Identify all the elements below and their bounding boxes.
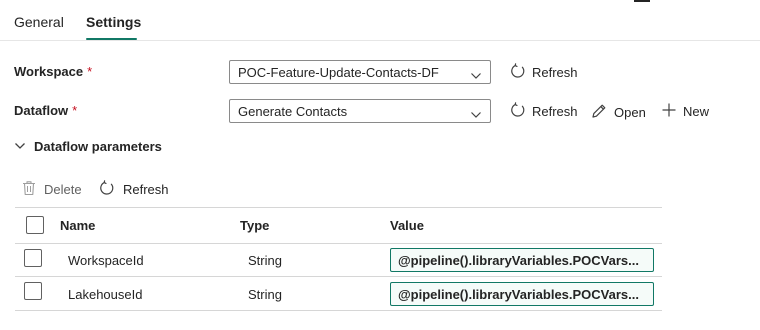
dataflow-dropdown-value: Generate Contacts bbox=[238, 104, 348, 119]
refresh-icon bbox=[99, 180, 123, 199]
row-type: String bbox=[248, 287, 282, 302]
dataflow-label-text: Dataflow bbox=[14, 103, 69, 118]
column-header-type: Type bbox=[240, 218, 270, 233]
chevron-down-icon bbox=[470, 68, 482, 86]
row-value-text: @pipeline().libraryVariables.POCVars... bbox=[398, 253, 639, 268]
pencil-icon bbox=[590, 102, 614, 123]
table-bottom-border bbox=[15, 310, 662, 311]
required-marker: * bbox=[87, 64, 93, 79]
trash-icon bbox=[22, 180, 44, 199]
workspace-refresh-button[interactable]: Refresh bbox=[510, 63, 578, 82]
column-header-value: Value bbox=[390, 218, 424, 233]
header-divider bbox=[15, 243, 662, 244]
dataflow-refresh-button[interactable]: Refresh bbox=[510, 102, 578, 121]
column-header-name: Name bbox=[60, 218, 96, 233]
tab-settings[interactable]: Settings bbox=[86, 14, 141, 30]
workspace-label-text: Workspace bbox=[14, 64, 84, 79]
dataflow-open-button[interactable]: Open bbox=[590, 102, 646, 123]
refresh-icon bbox=[510, 63, 532, 82]
row-value-input[interactable]: @pipeline().libraryVariables.POCVars... bbox=[390, 282, 654, 306]
top-edge-mark bbox=[634, 0, 650, 2]
dataflow-parameters-toggle[interactable]: Dataflow parameters bbox=[14, 139, 162, 154]
tabs-divider bbox=[0, 40, 760, 41]
select-all-checkbox[interactable] bbox=[26, 216, 44, 234]
tab-general[interactable]: General bbox=[14, 14, 64, 30]
row-value-text: @pipeline().libraryVariables.POCVars... bbox=[398, 287, 639, 302]
chevron-down-icon bbox=[14, 139, 34, 154]
dataflow-open-label: Open bbox=[614, 105, 646, 120]
dataflow-parameters-label: Dataflow parameters bbox=[34, 139, 162, 154]
workspace-dropdown[interactable]: POC-Feature-Update-Contacts-DF bbox=[229, 60, 491, 84]
delete-button[interactable]: Delete bbox=[22, 180, 82, 199]
row-divider bbox=[15, 276, 662, 277]
dataflow-new-label: New bbox=[683, 104, 710, 119]
refresh-icon bbox=[510, 102, 532, 121]
row-checkbox[interactable] bbox=[24, 282, 42, 300]
workspace-refresh-label: Refresh bbox=[532, 65, 578, 80]
dataflow-refresh-label: Refresh bbox=[532, 104, 578, 119]
delete-label: Delete bbox=[44, 182, 82, 197]
table-top-border bbox=[15, 207, 662, 208]
row-name: LakehouseId bbox=[68, 287, 143, 302]
parameters-refresh-label: Refresh bbox=[123, 182, 169, 197]
dataflow-label: Dataflow * bbox=[14, 103, 77, 118]
row-value-input[interactable]: @pipeline().libraryVariables.POCVars... bbox=[390, 248, 654, 272]
workspace-dropdown-value: POC-Feature-Update-Contacts-DF bbox=[238, 65, 439, 80]
workspace-label: Workspace * bbox=[14, 64, 92, 79]
required-marker: * bbox=[72, 103, 78, 118]
row-checkbox[interactable] bbox=[24, 249, 42, 267]
chevron-down-icon bbox=[470, 107, 482, 125]
row-name: WorkspaceId bbox=[68, 253, 144, 268]
row-type: String bbox=[248, 253, 282, 268]
parameters-refresh-button[interactable]: Refresh bbox=[99, 180, 169, 199]
dataflow-dropdown[interactable]: Generate Contacts bbox=[229, 99, 491, 123]
plus-icon bbox=[661, 102, 683, 121]
dataflow-new-button[interactable]: New bbox=[661, 102, 709, 121]
